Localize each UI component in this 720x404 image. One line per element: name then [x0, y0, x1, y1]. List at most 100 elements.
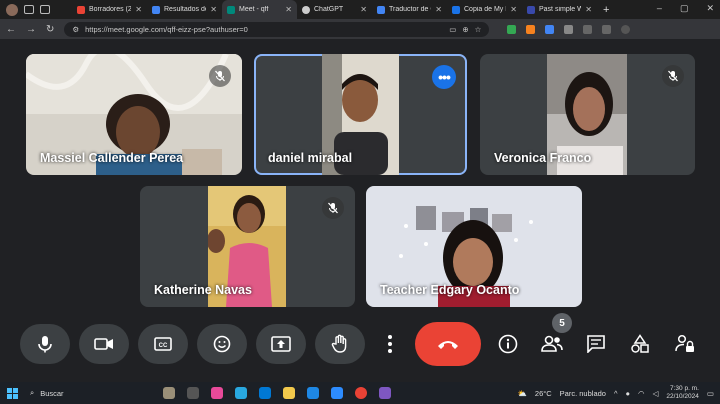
microphone-button[interactable]	[20, 324, 70, 364]
participant-tile[interactable]: Teacher Edgary Ocanto	[366, 186, 582, 307]
back-icon[interactable]: ←	[6, 24, 16, 35]
participant-tile[interactable]: Katherine Navas	[140, 186, 355, 307]
browser-menu-icon[interactable]	[621, 24, 631, 34]
workspaces-icon[interactable]	[24, 5, 34, 14]
app-icon[interactable]	[379, 387, 391, 399]
start-button[interactable]	[0, 387, 24, 399]
participant-tile[interactable]: Veronica Franco	[480, 54, 695, 175]
camera-icon	[94, 338, 113, 350]
tab-strip-leading	[0, 3, 72, 16]
browser-tab[interactable]: Borradores (25)✕	[72, 0, 147, 19]
more-options-icon[interactable]	[380, 329, 400, 359]
meet-icon	[227, 5, 235, 14]
task-view-icon[interactable]	[187, 387, 199, 399]
collections-icon[interactable]	[602, 24, 612, 34]
photos-icon[interactable]	[259, 387, 271, 399]
close-window-button[interactable]: ✕	[706, 3, 714, 14]
weather-text: Parc. nublado	[559, 388, 606, 398]
close-tab-icon[interactable]: ✕	[360, 5, 367, 14]
network-icon[interactable]: ◠	[638, 389, 645, 398]
volume-icon[interactable]: ◁	[653, 389, 659, 398]
close-tab-icon[interactable]: ✕	[285, 5, 292, 14]
file-explorer-icon[interactable]	[283, 387, 295, 399]
reactions-button[interactable]	[197, 324, 247, 364]
weather-icon[interactable]: ⛅	[518, 389, 527, 398]
participant-name: Teacher Edgary Ocanto	[380, 283, 520, 297]
people-button[interactable]	[539, 331, 565, 357]
chrome-icon[interactable]	[355, 387, 367, 399]
gmail-icon	[77, 5, 85, 14]
browser-tab[interactable]: Traductor de G ✕	[372, 0, 447, 19]
meeting-stage: Massiel Callender Perea ••• daniel mirab…	[0, 39, 720, 319]
participant-tile[interactable]: Massiel Callender Perea	[26, 54, 242, 175]
site-icon	[527, 5, 535, 14]
extension-icon[interactable]	[526, 24, 536, 34]
captions-button[interactable]: CC	[138, 324, 188, 364]
leave-call-button[interactable]	[415, 322, 481, 366]
camera-status-icon[interactable]: ▭	[449, 25, 456, 34]
tab-actions-icon[interactable]	[40, 5, 50, 14]
address-bar[interactable]: ⚙ https://meet.google.com/qff-eizz-pse?a…	[64, 21, 490, 37]
closed-captions-icon: CC	[154, 337, 172, 351]
host-controls-button[interactable]	[672, 331, 698, 357]
browser-toolbar: ← → ↻ ⚙ https://meet.google.com/qff-eizz…	[0, 19, 720, 39]
forward-icon[interactable]: →	[26, 24, 36, 35]
widget-image-icon[interactable]	[163, 387, 175, 399]
copilot-icon[interactable]	[211, 387, 223, 399]
taskbar-apps	[163, 387, 391, 399]
tray-chevron-icon[interactable]: ^	[614, 389, 618, 398]
extension-icon[interactable]	[507, 24, 517, 34]
search-icon: ⌕	[30, 388, 35, 397]
extension-icon[interactable]	[545, 24, 555, 34]
activities-button[interactable]	[627, 331, 653, 357]
muted-mic-icon	[322, 197, 344, 219]
zoom-icon[interactable]: ⊕	[462, 25, 468, 34]
activities-shapes-icon	[631, 334, 649, 353]
emoji-icon	[213, 335, 231, 353]
reload-icon[interactable]: ↻	[46, 24, 54, 35]
notifications-icon[interactable]: ▭	[707, 389, 714, 398]
browser-tab[interactable]: Resultados de b✕	[147, 0, 222, 19]
present-screen-button[interactable]	[256, 324, 306, 364]
bookmark-star-icon[interactable]: ☆	[475, 25, 482, 34]
close-tab-icon[interactable]: ✕	[510, 5, 517, 14]
clock[interactable]: 7:30 p. m. 22/10/2024	[666, 385, 699, 401]
browser-tab[interactable]: Copia de My Fa✕	[447, 0, 522, 19]
more-options-button[interactable]: •••	[432, 65, 456, 89]
zoom-app-icon[interactable]	[331, 387, 343, 399]
people-count-badge: 5	[552, 313, 572, 333]
close-tab-icon[interactable]: ✕	[435, 5, 442, 14]
edge-icon[interactable]	[235, 387, 247, 399]
maximize-button[interactable]: ▢	[680, 3, 689, 14]
participant-name: Veronica Franco	[494, 151, 592, 165]
close-tab-icon[interactable]: ✕	[210, 5, 217, 14]
translate-icon	[377, 5, 385, 14]
close-tab-icon[interactable]: ✕	[135, 5, 142, 14]
docs-icon	[452, 5, 460, 14]
browser-tab[interactable]: Past simple Wa✕	[522, 0, 597, 19]
browser-tab[interactable]: ChatGPT ✕	[297, 0, 372, 19]
profile-avatar[interactable]	[6, 3, 18, 16]
raise-hand-button[interactable]	[315, 324, 365, 364]
store-icon[interactable]	[307, 387, 319, 399]
chat-button[interactable]	[583, 331, 609, 357]
participant-name: daniel mirabal	[268, 151, 353, 165]
meeting-details-button[interactable]	[495, 331, 521, 357]
site-info-icon[interactable]: ⚙	[72, 25, 79, 34]
chatgpt-icon	[302, 5, 310, 14]
people-icon	[541, 335, 563, 352]
close-tab-icon[interactable]: ✕	[585, 5, 592, 14]
new-tab-button[interactable]: +	[597, 4, 609, 16]
browser-tab-active[interactable]: Meet - qff ✕	[222, 0, 297, 19]
camera-button[interactable]	[79, 324, 129, 364]
extensions-puzzle-icon[interactable]	[564, 24, 574, 34]
minimize-button[interactable]: –	[657, 3, 662, 14]
participant-tile-active-speaker[interactable]: ••• daniel mirabal	[254, 54, 467, 175]
clock-date: 22/10/2024	[666, 393, 699, 400]
taskbar-search[interactable]: ⌕ Buscar	[24, 388, 129, 398]
microphone-tray-icon[interactable]: ●	[626, 389, 631, 398]
favorites-icon[interactable]	[583, 24, 593, 34]
system-tray: ⛅ 26°C Parc. nublado ^ ● ◠ ◁ 7:30 p. m. …	[518, 385, 714, 401]
clock-time: 7:30 p. m.	[670, 385, 699, 392]
extensions-area	[507, 24, 631, 34]
